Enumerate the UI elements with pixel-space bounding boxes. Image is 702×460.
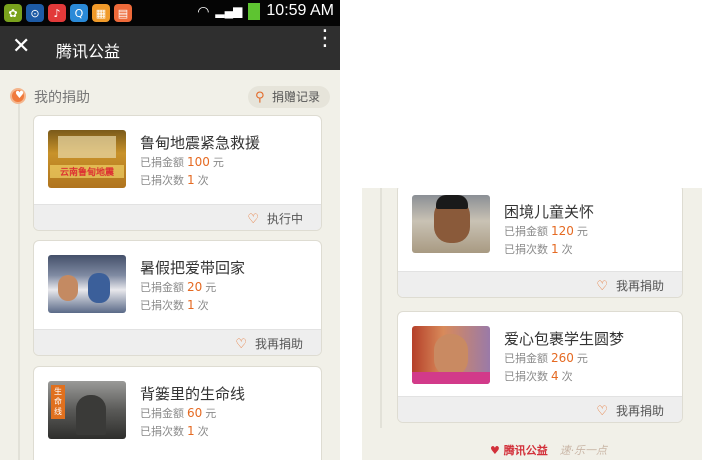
donated-amount: 已捐金额 60 元 bbox=[140, 406, 217, 420]
child-hair bbox=[436, 195, 468, 209]
child-face bbox=[434, 334, 468, 376]
section-title: 我的捐助 bbox=[34, 90, 90, 106]
donate-again-button[interactable]: ♡ 我再捐助 bbox=[596, 402, 664, 419]
heart-icon: ♥ bbox=[15, 90, 24, 101]
poster-paper bbox=[58, 136, 116, 158]
status-button[interactable]: ♡ 执行中 bbox=[247, 210, 303, 227]
more-menu-icon[interactable]: ⋮ bbox=[314, 28, 336, 50]
heart-outline-icon: ♡ bbox=[596, 404, 608, 419]
project-title: 爱心包裹学生圆梦 bbox=[504, 330, 625, 348]
brand-logo: ♥ 腾讯公益 速·乐一点 bbox=[490, 442, 607, 458]
close-icon[interactable]: ✕ bbox=[12, 36, 30, 58]
child-figure bbox=[58, 275, 78, 301]
card-footer: ♡ 执行中 bbox=[34, 204, 321, 230]
poster-caption: 云南鲁甸地震 bbox=[50, 165, 124, 178]
section-header: ♥ 我的捐助 ⚲ 捐赠记录 bbox=[10, 86, 330, 108]
child-figure bbox=[88, 273, 110, 303]
donated-amount: 已捐金额 260 元 bbox=[504, 351, 588, 365]
project-thumbnail: 云南鲁甸地震 bbox=[48, 130, 126, 188]
store-app-icon: ▤ bbox=[114, 4, 132, 22]
donation-record-label: 捐赠记录 bbox=[272, 90, 321, 104]
card-footer: ♡ 我再捐助 bbox=[398, 396, 682, 422]
donated-count: 已捐次数 1 次 bbox=[504, 242, 573, 256]
donation-card[interactable]: 爱心包裹学生圆梦 已捐金额 260 元 已捐次数 4 次 ♡ 我再捐助 bbox=[397, 311, 683, 423]
clock: 10:59 AM bbox=[266, 2, 334, 19]
child-clothes bbox=[412, 372, 490, 384]
donation-record-button[interactable]: ⚲ 捐赠记录 bbox=[248, 86, 330, 108]
search-icon: ⚲ bbox=[255, 90, 265, 105]
browser-icon: Q bbox=[70, 4, 88, 22]
heart-outline-icon: ♡ bbox=[247, 212, 259, 227]
project-thumbnail bbox=[48, 255, 126, 313]
left-screen: ✿ ⊙ ♪ Q ▦ ▤ ◠ ▂▄▆ 10:59 AM ✕ 腾讯公益 ⋮ ♥ 我的… bbox=[0, 0, 340, 460]
project-thumbnail bbox=[412, 326, 490, 384]
tag-label: 生命线 bbox=[51, 385, 65, 419]
donation-card[interactable]: 困境儿童关怀 已捐金额 120 元 已捐次数 1 次 ♡ 我再捐助 bbox=[397, 188, 683, 298]
person-figure bbox=[76, 395, 106, 435]
timeline-line bbox=[380, 188, 382, 428]
heart-outline-icon: ♡ bbox=[235, 337, 247, 352]
card-footer: ♡ 我再捐助 bbox=[398, 271, 682, 297]
heart-logo-icon: ♥ bbox=[490, 444, 500, 457]
donated-count: 已捐次数 1 次 bbox=[140, 424, 209, 438]
donated-count: 已捐次数 4 次 bbox=[504, 369, 573, 383]
project-thumbnail: 生命线 bbox=[48, 381, 126, 439]
donated-count: 已捐次数 1 次 bbox=[140, 298, 209, 312]
signal-icon: ▂▄▆ bbox=[215, 4, 243, 18]
donated-count: 已捐次数 1 次 bbox=[140, 173, 209, 187]
donation-card[interactable]: 暑假把爱带回家 已捐金额 20 元 已捐次数 1 次 ♡ 我再捐助 bbox=[33, 240, 322, 356]
donate-again-button[interactable]: ♡ 我再捐助 bbox=[596, 277, 664, 294]
gallery-app-icon: ▦ bbox=[92, 4, 110, 22]
project-thumbnail bbox=[412, 195, 490, 253]
project-title: 背篓里的生命线 bbox=[140, 385, 246, 403]
lock-app-icon: ⊙ bbox=[26, 4, 44, 22]
project-title: 鲁甸地震紧急救援 bbox=[140, 134, 261, 152]
battery-icon bbox=[248, 2, 261, 20]
timeline-dot: ♥ bbox=[10, 88, 26, 104]
donated-amount: 已捐金额 100 元 bbox=[140, 155, 224, 169]
app-title: 腾讯公益 bbox=[56, 42, 121, 61]
donation-card[interactable]: 云南鲁甸地震 鲁甸地震紧急救援 已捐金额 100 元 已捐次数 1 次 ♡ 执行中 bbox=[33, 115, 322, 231]
heart-outline-icon: ♡ bbox=[596, 279, 608, 294]
status-bar: ✿ ⊙ ♪ Q ▦ ▤ ◠ ▂▄▆ 10:59 AM bbox=[0, 0, 340, 26]
project-title: 暑假把爱带回家 bbox=[140, 259, 246, 277]
right-screen: 困境儿童关怀 已捐金额 120 元 已捐次数 1 次 ♡ 我再捐助 爱心包裹学生圆梦 已捐… bbox=[362, 188, 702, 460]
card-footer: ♡ 我再捐助 bbox=[34, 329, 321, 355]
brand-name: 腾讯公益 bbox=[503, 444, 548, 457]
donation-card[interactable]: 生命线 背篓里的生命线 已捐金额 60 元 已捐次数 1 次 bbox=[33, 366, 322, 460]
timeline-line bbox=[18, 100, 20, 460]
qq-music-icon: ♪ bbox=[48, 4, 66, 22]
notification-app-icon: ✿ bbox=[4, 4, 22, 22]
donated-amount: 已捐金额 20 元 bbox=[140, 280, 217, 294]
donate-again-button[interactable]: ♡ 我再捐助 bbox=[235, 335, 303, 352]
title-bar: ✕ 腾讯公益 ⋮ bbox=[0, 26, 340, 70]
brand-signature: 速·乐一点 bbox=[559, 444, 608, 457]
project-title: 困境儿童关怀 bbox=[504, 203, 595, 221]
wifi-icon: ◠ bbox=[197, 2, 210, 19]
donated-amount: 已捐金额 120 元 bbox=[504, 224, 588, 238]
